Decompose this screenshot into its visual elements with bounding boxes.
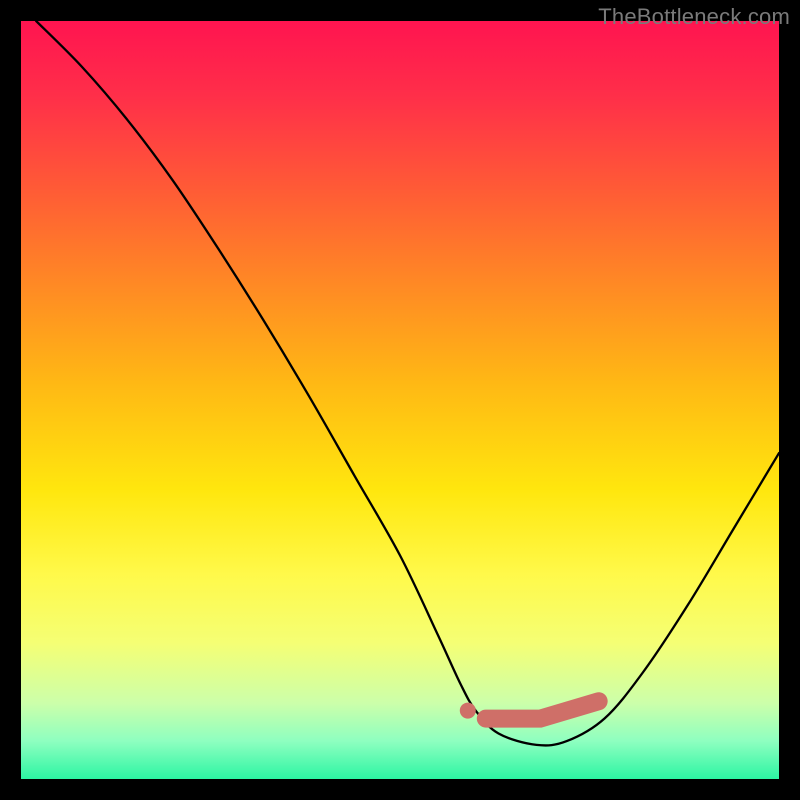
plot-area: [21, 21, 779, 779]
bottleneck-curve: [36, 21, 779, 745]
chart-container: TheBottleneck.com: [0, 0, 800, 800]
watermark-text: TheBottleneck.com: [598, 4, 790, 30]
chart-svg: [21, 21, 779, 779]
highlight-dot: [460, 703, 476, 719]
highlight-segment: [486, 701, 599, 718]
